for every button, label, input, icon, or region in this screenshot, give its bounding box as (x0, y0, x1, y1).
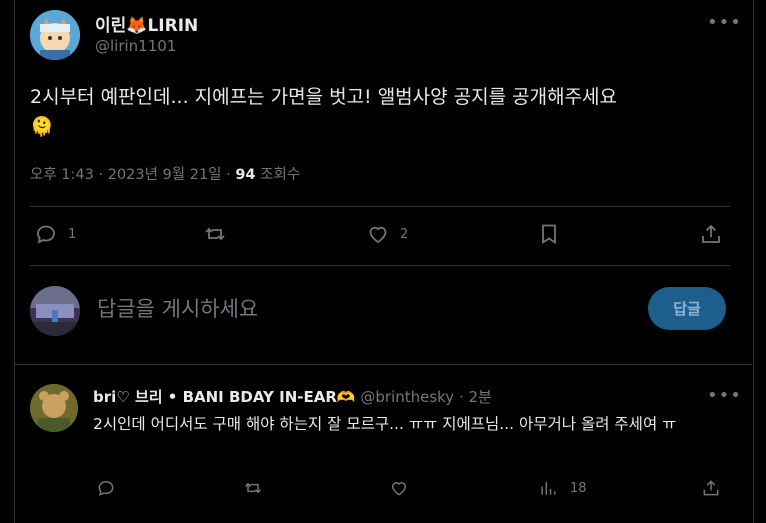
reply-icon (37, 225, 55, 244)
bookmark-icon (542, 224, 556, 245)
author-avatar[interactable] (30, 10, 80, 60)
commenter-name[interactable]: bri♡ 브리 • BANI BDAY IN-EAR🫶 (93, 388, 356, 406)
tweet-emoji: 🫠 (30, 116, 54, 138)
tweet-date[interactable]: 2023년 9월 21일 (108, 167, 222, 183)
comment-text: 2시인데 어디서도 구매 해야 하는지 잘 모르구... ㅠㅠ 지에프님... … (93, 415, 677, 433)
share-icon (702, 224, 720, 243)
tweet-text-line: 2시부터 예판인데... 지에프는 가면을 벗고! 앨범사양 공지를 공개해주세… (30, 86, 618, 108)
comment-retweet-button[interactable] (243, 478, 263, 498)
heart-icon (391, 482, 407, 496)
comment-header: bri♡ 브리 • BANI BDAY IN-EAR🫶 @brinthesky … (93, 386, 492, 407)
more-options-icon[interactable]: ••• (707, 12, 742, 33)
tweet-actions: 1 2 (30, 222, 730, 250)
like-button[interactable]: 2 (366, 222, 408, 246)
tweet-text: 2시부터 예판인데... 지에프는 가면을 벗고! 앨범사양 공지를 공개해주세… (30, 84, 617, 141)
comment-time[interactable]: 2분 (468, 388, 491, 406)
comment-reply-button[interactable] (96, 478, 116, 498)
meta-separator: · (454, 388, 469, 406)
reply-count: 1 (68, 226, 77, 242)
bookmark-button[interactable] (537, 222, 561, 246)
commenter-avatar[interactable] (30, 384, 78, 432)
retweet-icon (205, 227, 225, 241)
tweet-meta: 오후 1:43 · 2023년 9월 21일 · 94 조회수 (30, 163, 300, 184)
analytics-icon (541, 482, 556, 495)
author-name[interactable]: 이린🦊LIRIN (95, 11, 198, 36)
divider (15, 364, 752, 365)
reply-input[interactable]: 답글을 게시하세요 (97, 293, 258, 323)
like-count: 2 (400, 226, 409, 242)
comment-more-icon[interactable]: ••• (707, 385, 742, 406)
commenter-handle[interactable]: @brinthesky (360, 388, 454, 406)
comment-like-button[interactable] (389, 478, 409, 498)
my-avatar[interactable] (30, 286, 80, 336)
retweet-button[interactable] (203, 222, 227, 246)
share-button[interactable] (699, 222, 723, 246)
comment-actions: 18 (93, 478, 733, 502)
meta-separator: · (221, 167, 236, 183)
heart-icon (369, 226, 387, 244)
tweet-time[interactable]: 오후 1:43 (30, 167, 94, 183)
share-icon (703, 480, 719, 496)
views-label: 조회수 (260, 167, 301, 183)
reply-icon (98, 480, 114, 496)
retweet-icon (244, 482, 262, 494)
comment-views-button[interactable]: 18 (538, 478, 587, 498)
tweet-column (14, 0, 754, 523)
comment-views-count: 18 (570, 480, 587, 496)
reply-submit-button[interactable]: 답글 (648, 287, 726, 330)
reply-button[interactable]: 1 (34, 222, 76, 246)
views-count: 94 (235, 167, 256, 183)
author-handle[interactable]: @lirin1101 (95, 37, 176, 55)
divider (30, 265, 730, 266)
divider (30, 206, 730, 207)
comment-share-button[interactable] (701, 478, 721, 498)
meta-separator: · (93, 167, 108, 183)
